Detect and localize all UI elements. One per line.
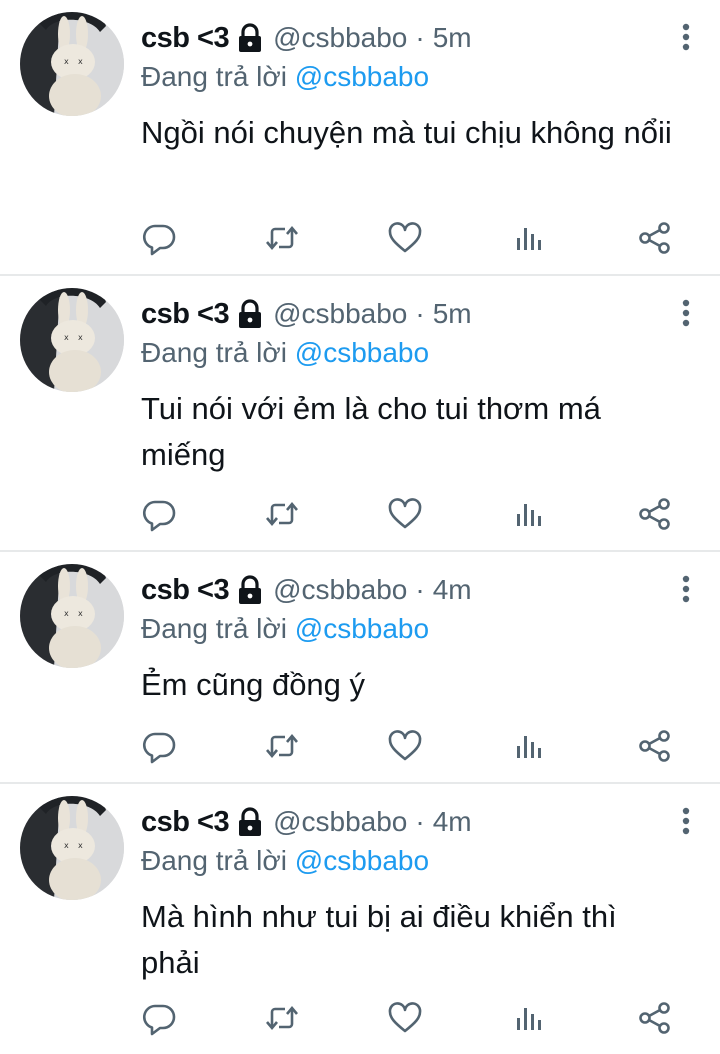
retweet-icon[interactable] bbox=[264, 728, 300, 764]
avatar[interactable]: x x bbox=[20, 564, 124, 668]
svg-text:x: x bbox=[78, 841, 83, 850]
tweet-actions bbox=[141, 1000, 680, 1036]
heart-icon[interactable] bbox=[387, 496, 423, 532]
tweet-header: csb <3 @csbbabo · 4m bbox=[141, 802, 472, 842]
tweet[interactable]: x x csb <3 @csbbabo · 5m Đang trả lời @c… bbox=[0, 276, 720, 552]
svg-text:x: x bbox=[64, 333, 69, 342]
replying-to-label: Đang trả lời bbox=[141, 337, 287, 368]
tweet-actions bbox=[141, 220, 680, 256]
more-vertical-icon[interactable] bbox=[680, 298, 692, 328]
separator: · bbox=[415, 22, 425, 53]
replying-to: Đang trả lời @csbbabo bbox=[141, 842, 429, 880]
lock-icon bbox=[237, 575, 263, 605]
replying-to-label: Đang trả lời bbox=[141, 613, 287, 644]
share-icon[interactable] bbox=[637, 220, 673, 256]
reply-icon[interactable] bbox=[141, 496, 177, 532]
svg-text:x: x bbox=[78, 609, 83, 618]
svg-text:x: x bbox=[78, 57, 83, 66]
svg-text:x: x bbox=[64, 57, 69, 66]
svg-text:x: x bbox=[64, 841, 69, 850]
separator: · bbox=[415, 574, 425, 605]
avatar[interactable]: x x bbox=[20, 796, 124, 900]
views-icon[interactable] bbox=[512, 220, 548, 256]
replying-to-handle[interactable]: @csbbabo bbox=[295, 613, 429, 644]
tweet-text: Ẻm cũng đồng ý bbox=[141, 667, 366, 702]
reply-icon[interactable] bbox=[141, 728, 177, 764]
replying-to-handle[interactable]: @csbbabo bbox=[295, 337, 429, 368]
handle[interactable]: @csbbabo bbox=[273, 18, 407, 58]
share-icon[interactable] bbox=[637, 1000, 673, 1036]
tweet-text: Tui nói với ẻm là cho tui thơm má miếng bbox=[141, 391, 601, 472]
timestamp[interactable]: 4m bbox=[433, 802, 472, 842]
separator: · bbox=[415, 806, 425, 837]
handle[interactable]: @csbbabo bbox=[273, 294, 407, 334]
avatar[interactable]: x x bbox=[20, 288, 124, 392]
tweet-text: Mà hình như tui bị ai điều khiển thì phả… bbox=[141, 899, 617, 980]
views-icon[interactable] bbox=[512, 496, 548, 532]
share-icon[interactable] bbox=[637, 728, 673, 764]
svg-text:x: x bbox=[78, 333, 83, 342]
tweet-actions bbox=[141, 496, 680, 532]
lock-icon bbox=[237, 23, 263, 53]
handle[interactable]: @csbbabo bbox=[273, 802, 407, 842]
tweet-header: csb <3 @csbbabo · 4m bbox=[141, 570, 472, 610]
retweet-icon[interactable] bbox=[264, 496, 300, 532]
reply-icon[interactable] bbox=[141, 220, 177, 256]
tweet[interactable]: x x csb <3 @csbbabo · 4m Đang trả lời @c… bbox=[0, 784, 720, 1054]
replying-to: Đang trả lời @csbbabo bbox=[141, 610, 429, 648]
tweet-text: Ngồi nói chuyện mà tui chịu không nổii bbox=[141, 115, 672, 150]
more-vertical-icon[interactable] bbox=[680, 574, 692, 604]
retweet-icon[interactable] bbox=[264, 1000, 300, 1036]
more-vertical-icon[interactable] bbox=[680, 22, 692, 52]
heart-icon[interactable] bbox=[387, 220, 423, 256]
tweet[interactable]: x x csb <3 @csbbabo · 5m Đang trả lời @c… bbox=[0, 0, 720, 276]
timestamp[interactable]: 4m bbox=[433, 570, 472, 610]
avatar[interactable]: x x bbox=[20, 12, 124, 116]
tweet-actions bbox=[141, 728, 680, 764]
display-name[interactable]: csb <3 bbox=[141, 18, 230, 58]
tweet-header: csb <3 @csbbabo · 5m bbox=[141, 18, 472, 58]
timestamp[interactable]: 5m bbox=[433, 294, 472, 334]
heart-icon[interactable] bbox=[387, 1000, 423, 1036]
svg-text:x: x bbox=[64, 609, 69, 618]
replying-to-label: Đang trả lời bbox=[141, 845, 287, 876]
replying-to-label: Đang trả lời bbox=[141, 61, 287, 92]
replying-to-handle[interactable]: @csbbabo bbox=[295, 61, 429, 92]
views-icon[interactable] bbox=[512, 728, 548, 764]
share-icon[interactable] bbox=[637, 496, 673, 532]
handle[interactable]: @csbbabo bbox=[273, 570, 407, 610]
retweet-icon[interactable] bbox=[264, 220, 300, 256]
reply-icon[interactable] bbox=[141, 1000, 177, 1036]
display-name[interactable]: csb <3 bbox=[141, 570, 230, 610]
tweet[interactable]: x x csb <3 @csbbabo · 4m Đang trả lời @c… bbox=[0, 552, 720, 784]
replying-to-handle[interactable]: @csbbabo bbox=[295, 845, 429, 876]
display-name[interactable]: csb <3 bbox=[141, 802, 230, 842]
timestamp[interactable]: 5m bbox=[433, 18, 472, 58]
heart-icon[interactable] bbox=[387, 728, 423, 764]
views-icon[interactable] bbox=[512, 1000, 548, 1036]
separator: · bbox=[415, 298, 425, 329]
tweet-thread: x x csb <3 @csbbabo · 5m Đang trả lời @c… bbox=[0, 0, 720, 1054]
replying-to: Đang trả lời @csbbabo bbox=[141, 334, 429, 372]
more-vertical-icon[interactable] bbox=[680, 806, 692, 836]
replying-to: Đang trả lời @csbbabo bbox=[141, 58, 429, 96]
tweet-header: csb <3 @csbbabo · 5m bbox=[141, 294, 472, 334]
display-name[interactable]: csb <3 bbox=[141, 294, 230, 334]
lock-icon bbox=[237, 807, 263, 837]
lock-icon bbox=[237, 299, 263, 329]
